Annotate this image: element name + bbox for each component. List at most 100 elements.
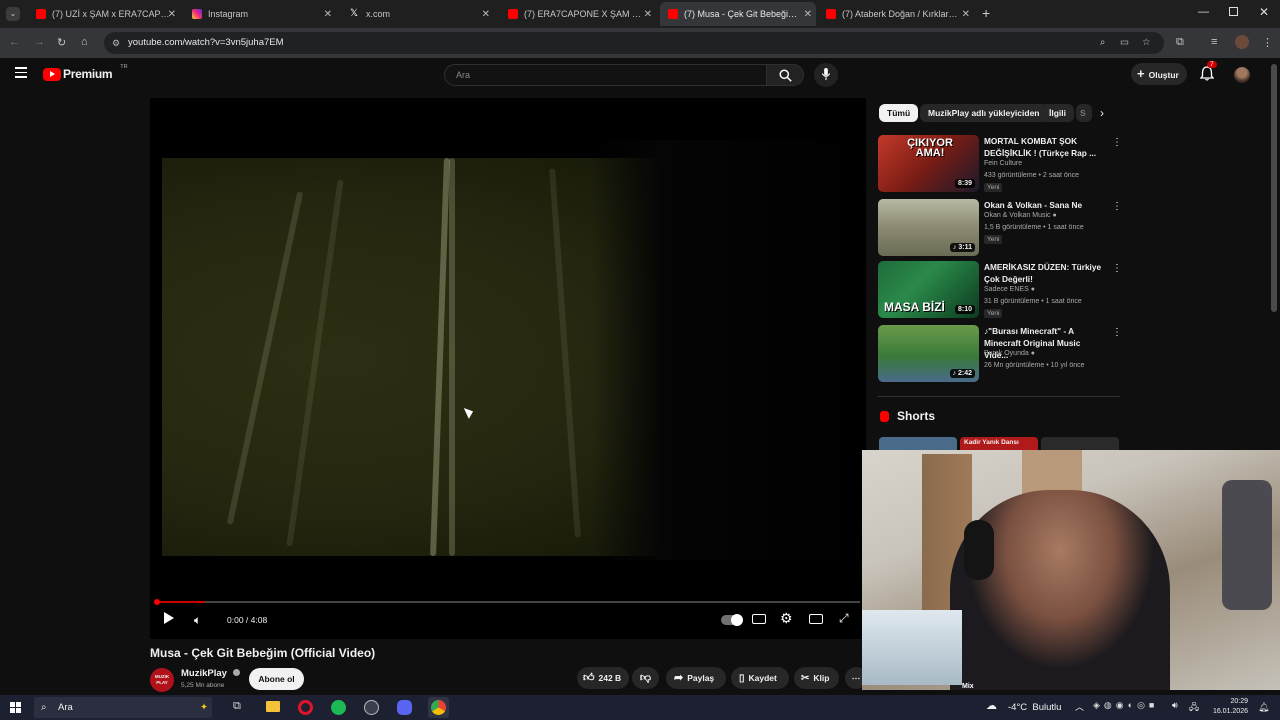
close-icon[interactable]: ✕ [482,9,490,20]
settings-button[interactable]: ⚙ [780,610,793,627]
file-explorer-icon[interactable] [266,701,280,712]
close-icon[interactable]: ✕ [804,9,812,20]
notification-center-icon[interactable]: 🔔︎ [1258,702,1269,713]
new-badge: Yeni [984,309,1003,318]
shorts-item[interactable] [1041,437,1119,451]
recommendation-item[interactable]: ♪ 3:11 Okan & Volkan - Sana Ne Okan & Vo… [878,199,1128,259]
subtitles-button[interactable] [752,614,766,624]
browser-tab[interactable]: Instagram ✕ [184,4,336,24]
profile-avatar[interactable] [1235,35,1249,49]
browser-tab[interactable]: 𝕏 x.com ✕ [342,4,494,24]
clip-button[interactable]: ✂ Klip [794,667,839,689]
more-options-icon[interactable]: ⋮ [1112,201,1122,212]
tray-app-icons[interactable]: ◈◍◉◐◎■ [1093,700,1158,711]
video-player[interactable]: 🔈︎ 0:00 / 4:08 ⚙ ⤢ [150,98,866,639]
more-options-icon[interactable]: ⋮ [1112,137,1122,148]
chips-next-arrow-icon[interactable]: › [1100,106,1104,120]
close-icon[interactable]: ✕ [168,9,176,20]
zoom-icon[interactable]: ⌕ [1100,32,1105,54]
weather-text[interactable]: -4°C Bulutlu [1008,702,1061,713]
browser-menu-icon[interactable]: ⋮ [1262,36,1273,49]
duration-badge: 8:10 [954,305,975,314]
dislike-button[interactable]: 👎︎ [632,667,659,689]
subscribe-button[interactable]: Abone ol [249,668,304,690]
media-control-icon[interactable]: ≡ [1211,36,1217,48]
install-icon[interactable]: ▭ [1120,32,1129,54]
fullscreen-button[interactable]: ⤢ [839,611,849,626]
site-info-icon[interactable]: ⚙ [112,32,120,54]
like-button[interactable]: 👍︎ 242 B [577,667,629,689]
network-tray-icon[interactable]: 🖧︎ [1189,700,1199,716]
extensions-icon[interactable]: ⧉ [1176,36,1184,49]
hamburger-menu-icon[interactable] [15,67,27,78]
chip-all[interactable]: Tümü [879,104,919,122]
discord-icon[interactable] [397,700,412,715]
volume-tray-icon[interactable]: 🔊︎ [1172,700,1178,711]
channel-avatar[interactable]: MUZIK PLAY [150,668,174,692]
autoplay-toggle[interactable] [721,614,743,626]
chip-related[interactable]: İlgili [1041,104,1074,122]
share-button[interactable]: ➦ Paylaş [666,667,726,689]
home-icon[interactable]: ⌂ [81,36,88,48]
chip-from-uploader[interactable]: MuzikPlay adlı yükleyiciden [920,104,1048,122]
thumbs-down-icon: 👎︎ [639,672,652,684]
notifications-button[interactable]: 7 [1199,61,1217,82]
voice-search-button[interactable] [814,63,838,87]
search-icon: ⌕ [41,702,47,713]
play-button[interactable] [164,612,174,627]
account-avatar[interactable] [1234,67,1250,83]
browser-tab-active[interactable]: (7) Musa - Çek Git Bebeğim (Of ✕ [660,2,816,26]
spotify-icon[interactable] [331,700,346,715]
more-options-icon[interactable]: ⋮ [1112,327,1122,338]
minimize-icon[interactable]: — [1198,6,1209,18]
forward-icon[interactable]: → [34,36,45,48]
clock[interactable]: 20:29 16.01.2026 [1204,697,1248,717]
recommendation-item[interactable]: ÇIKIYOR AMA! 8:39 MORTAL KOMBAT ŞOK DEĞİ… [878,135,1128,195]
close-icon[interactable]: ✕ [644,9,652,20]
search-input[interactable]: Ara [444,64,767,86]
video-thumbnail[interactable]: ♪ 2:42 [878,325,979,382]
recommendation-item[interactable]: MASA BİZİ 8:10 AMERİKASIZ DÜZEN: Türkiye… [878,261,1128,321]
task-view-icon[interactable]: ⧉ [233,700,241,713]
vpn-icon[interactable] [364,700,379,715]
tab-title: x.com [366,9,391,19]
theater-mode-button[interactable] [809,614,823,624]
youtube-logo[interactable]: Premium TR [43,64,128,82]
tab-search-button[interactable]: ⌄ [6,7,20,21]
autoplay-knob [731,614,743,626]
search-button[interactable] [766,64,804,86]
taskbar-search[interactable]: ⌕ Ara ✦ [34,697,212,718]
shorts-item[interactable]: Kadir Yanık Dansı [960,437,1038,451]
address-bar[interactable]: ⚙ youtube.com/watch?v=3vn5juha7EM ⌕ ▭ ☆ [104,32,1164,54]
video-thumbnail[interactable]: ♪ 3:11 [878,199,979,256]
opera-icon[interactable] [298,700,313,715]
progress-scrubber[interactable] [154,599,160,605]
new-tab-icon[interactable]: + [982,5,990,21]
more-options-icon[interactable]: ⋮ [1112,263,1122,274]
video-thumbnail[interactable]: MASA BİZİ 8:10 [878,261,979,318]
scissors-icon: ✂ [801,673,810,684]
browser-tab[interactable]: (7) Ataberk Doğan / Kırklareli - ✕ [818,4,974,24]
close-icon[interactable]: ✕ [324,9,332,20]
browser-tab[interactable]: (7) ERA7CAPONE X ŞAM - BAN ✕ [500,4,656,24]
page-scrollbar[interactable] [1271,64,1277,312]
windows-start-icon[interactable] [10,702,21,713]
save-button[interactable]: ▯ Kaydet [731,667,789,689]
window-close-icon[interactable]: ✕ [1259,5,1269,19]
video-thumbnail[interactable]: ÇIKIYOR AMA! 8:39 [878,135,979,192]
restore-icon[interactable] [1229,7,1238,16]
chrome-icon[interactable] [428,697,449,718]
browser-tab[interactable]: (7) UZİ x ŞAM x ERA7CAPONE ✕ [28,4,180,24]
chip-more[interactable]: S [1076,104,1092,122]
close-icon[interactable]: ✕ [962,9,970,20]
channel-name[interactable]: MuzikPlay [181,668,240,679]
create-button[interactable]: + Oluştur [1131,63,1187,85]
volume-button[interactable]: 🔈︎ [194,613,201,628]
reload-icon[interactable]: ↻ [57,36,66,49]
video-progress-bar[interactable] [154,599,860,605]
bookmark-star-icon[interactable]: ☆ [1142,32,1151,54]
shorts-item[interactable] [879,437,957,451]
tray-overflow-icon[interactable]: ︿ [1075,700,1084,713]
back-icon[interactable]: ← [9,36,20,48]
recommendation-item[interactable]: ♪ 2:42 ♪"Burası Minecraft" - A Minecraft… [878,325,1128,385]
